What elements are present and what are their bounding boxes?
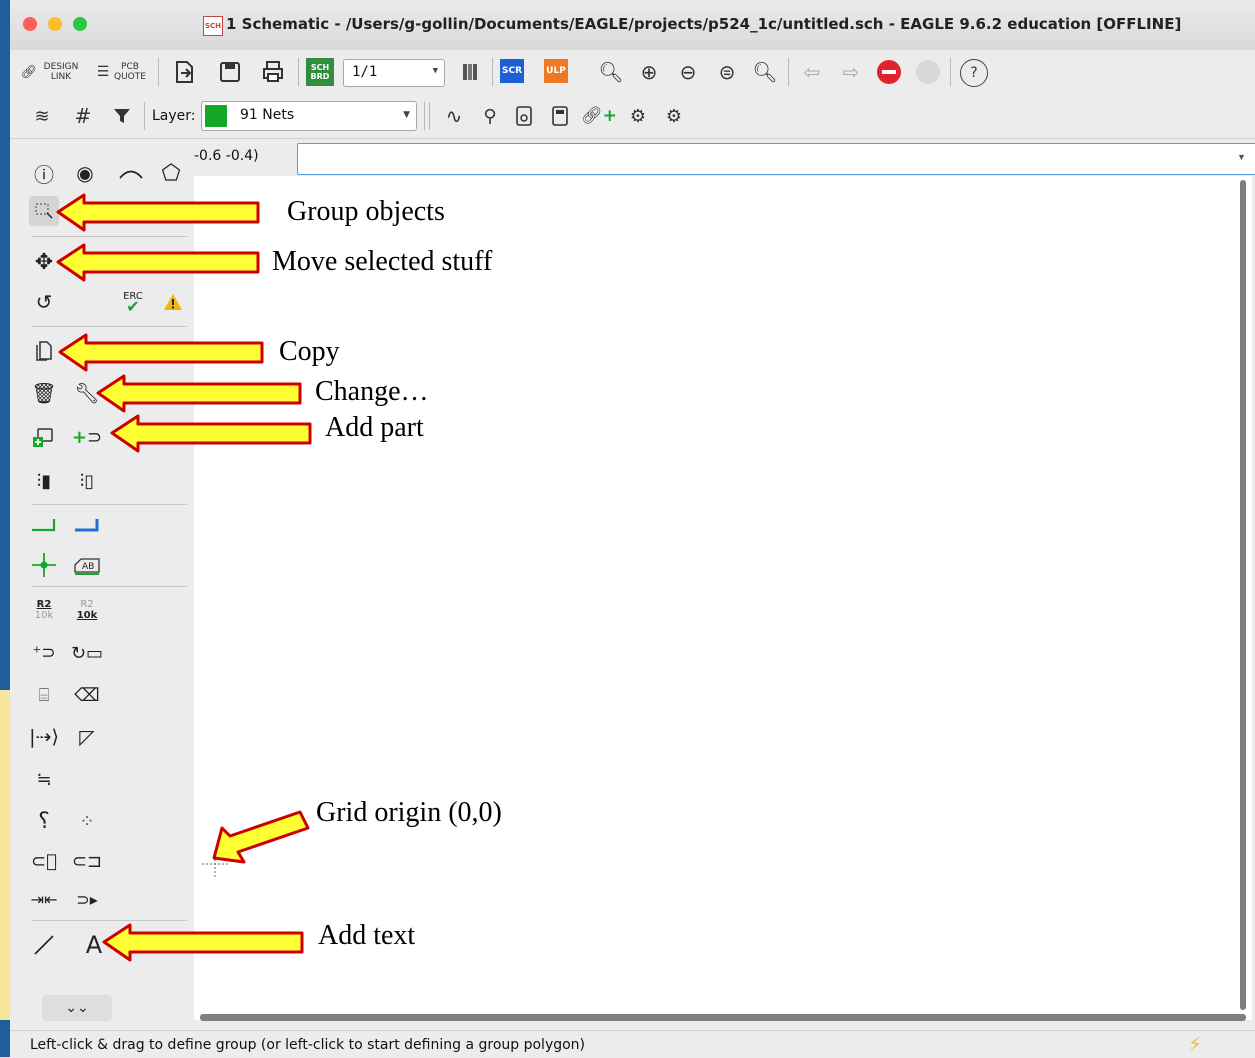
annotation-add-part: Add part xyxy=(325,412,424,443)
annotation-arrow-copy xyxy=(58,333,264,372)
annotation-arrow-move xyxy=(56,243,260,282)
annotation-arrow-change xyxy=(96,374,302,413)
annotation-arrow-grid-origin xyxy=(212,810,310,864)
annotation-group-objects: Group objects xyxy=(287,196,445,227)
annotation-copy: Copy xyxy=(279,336,340,367)
annotation-change: Change… xyxy=(315,376,429,407)
annotation-grid-origin: Grid origin (0,0) xyxy=(316,797,502,828)
annotation-add-text: Add text xyxy=(318,920,416,951)
annotation-arrow-group xyxy=(56,193,260,232)
annotation-move-selected: Move selected stuff xyxy=(272,246,493,277)
annotation-arrows-layer xyxy=(56,193,312,962)
annotation-arrow-add-part xyxy=(110,414,312,453)
annotation-arrow-add-text xyxy=(102,923,304,962)
